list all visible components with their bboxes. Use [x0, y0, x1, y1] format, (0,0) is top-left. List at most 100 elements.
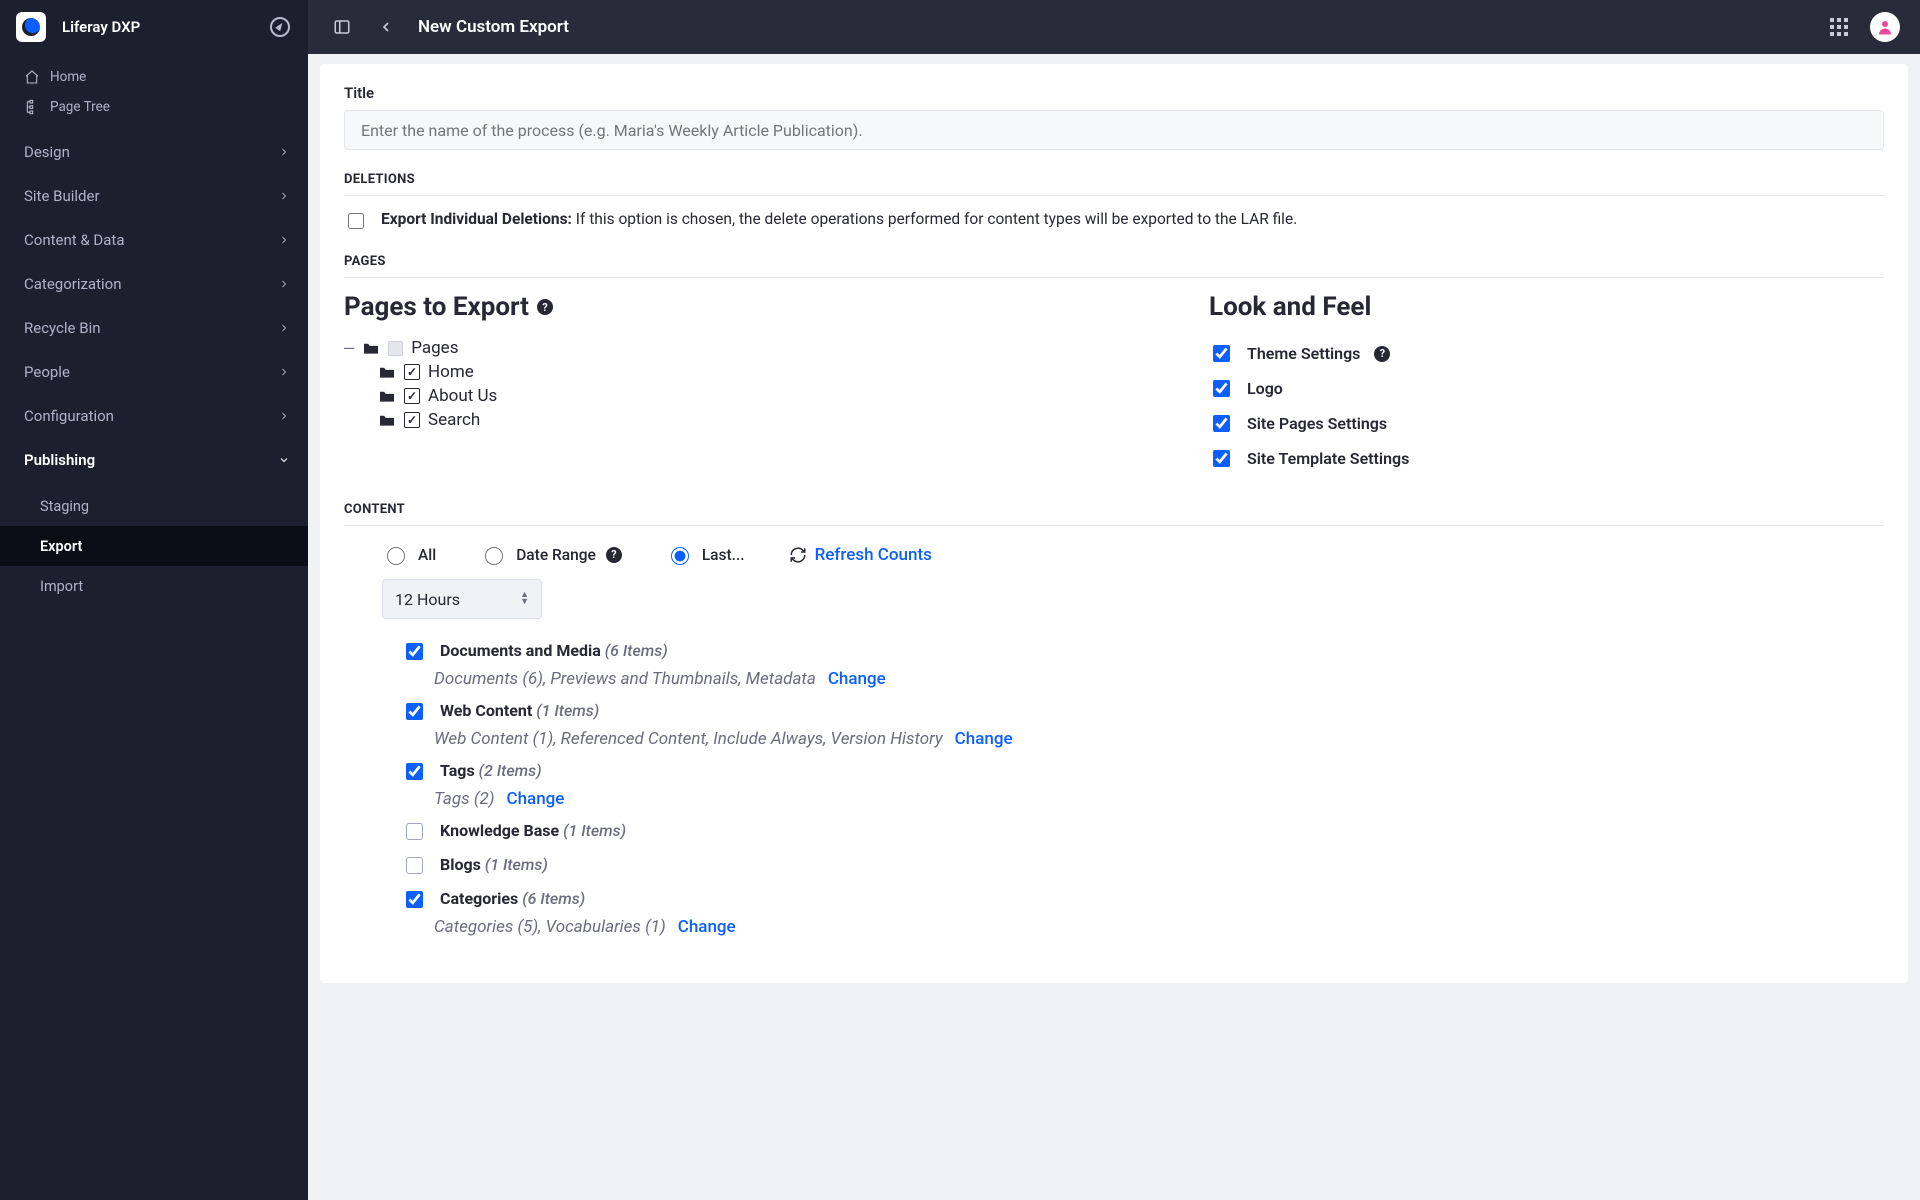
content-item-checkbox[interactable]: [406, 857, 423, 874]
export-deletions-checkbox[interactable]: [348, 213, 364, 229]
filter-date-range[interactable]: Date Range ?: [480, 544, 622, 565]
tree-item-label: Search: [428, 410, 480, 430]
sidebar-section-content-data[interactable]: Content & Data: [0, 218, 308, 262]
sidebar-section-site-builder[interactable]: Site Builder: [0, 174, 308, 218]
title-input[interactable]: [344, 110, 1884, 150]
filter-all-radio[interactable]: [387, 547, 405, 565]
deletions-text: Export Individual Deletions: If this opt…: [381, 210, 1297, 228]
tree-item-label: About Us: [428, 386, 497, 406]
sidebar-section-label: Configuration: [24, 407, 114, 425]
tree-root[interactable]: – Pages: [344, 336, 1169, 360]
content-item-checkbox[interactable]: [406, 823, 423, 840]
content-item-checkbox[interactable]: [406, 703, 423, 720]
lf-label: Logo: [1247, 379, 1283, 398]
tree-item[interactable]: Home: [344, 360, 1169, 384]
sidebar-item-page-tree[interactable]: Page Tree: [0, 92, 308, 122]
avatar[interactable]: [1870, 12, 1900, 42]
change-link[interactable]: Change: [678, 917, 736, 937]
tree-icon: [24, 99, 40, 115]
help-icon[interactable]: ?: [1374, 346, 1390, 362]
sidebar-section-label: Content & Data: [24, 231, 125, 249]
divider: [344, 195, 1884, 196]
tree-item-checkbox[interactable]: [404, 388, 420, 404]
filter-last[interactable]: Last...: [666, 544, 745, 565]
collapse-icon[interactable]: –: [344, 338, 354, 358]
content-item-title: Web Content (1 Items): [440, 701, 599, 720]
tree-root-checkbox[interactable]: [388, 341, 403, 356]
home-icon: [24, 69, 40, 85]
lf-checkbox[interactable]: [1213, 450, 1230, 467]
content-item: Categories (6 Items)Categories (5), Voca…: [344, 883, 1884, 943]
sidebar-item-import[interactable]: Import: [0, 566, 308, 606]
sidebar-item-label: Page Tree: [50, 99, 110, 115]
pages-heading: Pages to Export ?: [344, 292, 1169, 322]
sidebar-item-export[interactable]: Export: [0, 526, 308, 566]
chevron-right-icon: [278, 190, 290, 202]
back-button[interactable]: [374, 15, 398, 39]
content-item-checkbox[interactable]: [406, 891, 423, 908]
lf-label: Site Pages Settings: [1247, 414, 1387, 433]
apps-grid-icon[interactable]: [1830, 18, 1848, 36]
folder-icon: [378, 389, 396, 403]
chevron-right-icon: [278, 278, 290, 290]
lf-checkbox[interactable]: [1213, 415, 1230, 432]
brand-logo[interactable]: [16, 12, 46, 42]
content-filter-row: All Date Range ? Last... Refresh Counts: [344, 540, 1884, 579]
help-icon[interactable]: ?: [537, 299, 553, 315]
sidebar-section-configuration[interactable]: Configuration: [0, 394, 308, 438]
lf-site-pages-settings[interactable]: Site Pages Settings: [1209, 406, 1884, 441]
sidebar-nav: Home Page Tree Design Site Builder Conte…: [0, 54, 308, 610]
content-item-detail: Documents (6), Previews and Thumbnails, …: [402, 663, 1884, 689]
look-feel-heading: Look and Feel: [1209, 292, 1884, 322]
help-icon[interactable]: ?: [606, 547, 622, 563]
chevron-right-icon: [278, 234, 290, 246]
sidebar-section-people[interactable]: People: [0, 350, 308, 394]
sidebar-section-recycle-bin[interactable]: Recycle Bin: [0, 306, 308, 350]
sidebar-panel-icon: [333, 18, 351, 36]
sidebar-item-staging[interactable]: Staging: [0, 486, 308, 526]
brand-name: Liferay DXP: [62, 18, 140, 36]
sidebar-item-home[interactable]: Home: [0, 62, 308, 92]
sidebar-section-design[interactable]: Design: [0, 130, 308, 174]
compass-icon[interactable]: [270, 17, 290, 37]
tree-item[interactable]: About Us: [344, 384, 1169, 408]
content-item-checkbox[interactable]: [406, 763, 423, 780]
last-duration-select[interactable]: 12 Hours ▲▼: [382, 579, 542, 619]
sidebar-section-publishing[interactable]: Publishing: [0, 438, 308, 482]
lf-site-template-settings[interactable]: Site Template Settings: [1209, 441, 1884, 476]
sidebar-item-label: Export: [40, 538, 82, 555]
content-item-detail: Categories (5), Vocabularies (1)Change: [402, 911, 1884, 937]
filter-last-radio[interactable]: [671, 547, 689, 565]
pages-tree: – Pages Home Abo: [344, 336, 1169, 432]
content-item: Blogs (1 Items): [344, 849, 1884, 883]
panel-toggle-button[interactable]: [330, 15, 354, 39]
deletions-checkbox-row[interactable]: Export Individual Deletions: If this opt…: [344, 210, 1884, 232]
change-link[interactable]: Change: [506, 789, 564, 809]
filter-all[interactable]: All: [382, 544, 436, 565]
refresh-counts-link[interactable]: Refresh Counts: [789, 545, 932, 565]
content-item-checkbox[interactable]: [406, 643, 423, 660]
tree-item-checkbox[interactable]: [404, 412, 420, 428]
lf-checkbox[interactable]: [1213, 345, 1230, 362]
sidebar-section-categorization[interactable]: Categorization: [0, 262, 308, 306]
sidebar-item-label: Staging: [40, 498, 89, 515]
change-link[interactable]: Change: [828, 669, 886, 689]
chevron-left-icon: [378, 19, 394, 35]
filter-date-range-radio[interactable]: [485, 547, 503, 565]
chevron-right-icon: [278, 322, 290, 334]
lf-logo[interactable]: Logo: [1209, 371, 1884, 406]
divider: [344, 525, 1884, 526]
sidebar-header: Liferay DXP: [0, 0, 308, 54]
folder-icon: [378, 413, 396, 427]
tree-item[interactable]: Search: [344, 408, 1169, 432]
lf-checkbox[interactable]: [1213, 380, 1230, 397]
content-item-detail: Web Content (1), Referenced Content, Inc…: [402, 723, 1884, 749]
content-scroll[interactable]: Title DELETIONS Export Individual Deleti…: [308, 54, 1920, 1200]
tree-item-label: Home: [428, 362, 474, 382]
page-title: New Custom Export: [418, 17, 569, 37]
tree-item-checkbox[interactable]: [404, 364, 420, 380]
radio-label: All: [418, 546, 436, 564]
sidebar: Liferay DXP Home Page Tree Design Site B…: [0, 0, 308, 1200]
change-link[interactable]: Change: [955, 729, 1013, 749]
lf-theme-settings[interactable]: Theme Settings ?: [1209, 336, 1884, 371]
